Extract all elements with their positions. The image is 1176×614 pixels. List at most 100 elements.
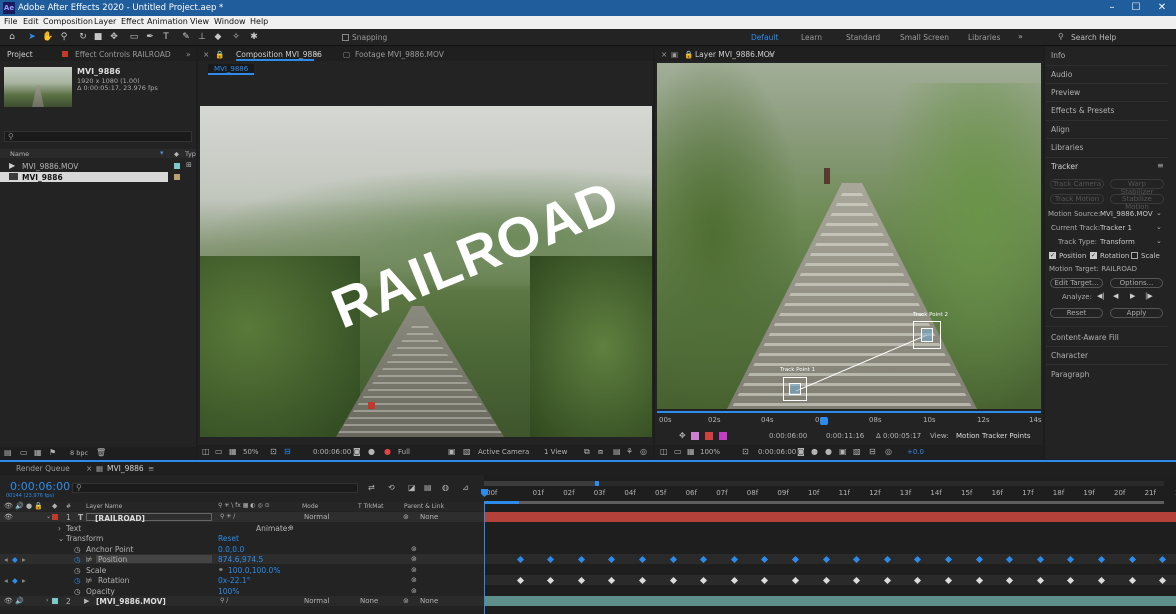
layer-switches-icon[interactable]: ⚲ /	[220, 597, 228, 604]
view-dropdown[interactable]: Motion Tracker Points	[956, 432, 1030, 440]
close-button[interactable]: ✕	[1150, 1, 1174, 15]
snapping-checkbox[interactable]	[342, 34, 349, 41]
stopwatch-icon[interactable]: ◷	[74, 545, 81, 554]
tab-composition[interactable]: Composition MVI_9886	[236, 50, 322, 59]
text-group-row[interactable]: › Text Animate: ⊕	[0, 523, 484, 533]
menu-file[interactable]: File	[4, 17, 17, 26]
exposure-value[interactable]: +0.0	[907, 448, 924, 456]
next-keyframe-icon[interactable]: ▸	[22, 555, 26, 564]
expand-chevron-icon[interactable]: ›	[46, 597, 48, 604]
current-time-display[interactable]: 0:00:06:00	[313, 448, 351, 456]
puppet-pin-tool-icon[interactable]: ✱	[248, 32, 260, 43]
panel-align[interactable]: Align	[1051, 125, 1070, 134]
sort-chevron-icon[interactable]: ▾	[160, 149, 164, 157]
tab-render-queue[interactable]: Render Queue	[16, 464, 70, 473]
region-icon[interactable]: ⊟	[869, 447, 876, 456]
lock-icon[interactable]: 🔒	[34, 502, 43, 510]
trash-icon[interactable]: 🗑	[96, 448, 106, 457]
tab-layer[interactable]: Layer MVI_9886.MOV	[695, 50, 775, 59]
panel-menu-icon[interactable]: ≡	[314, 50, 320, 59]
property-row[interactable]: ◷ Opacity 100% ⊚	[0, 586, 484, 596]
tab-effect-controls[interactable]: Effect Controls RAILROAD	[75, 50, 171, 59]
label-color-swatch[interactable]	[52, 598, 58, 604]
analyze-forward-icon[interactable]: ▶	[1130, 292, 1135, 300]
interpret-footage-icon[interactable]: ▤	[4, 448, 12, 457]
view-layout-dropdown[interactable]: 1 View	[544, 448, 567, 456]
snapshot-icon[interactable]: ◙	[353, 447, 361, 456]
alpha-icon[interactable]: ▧	[853, 447, 861, 456]
add-keyframe-icon[interactable]: ◆	[12, 555, 18, 564]
track-motion-button[interactable]: Track Motion	[1050, 194, 1104, 204]
property-row-position[interactable]: ◂ ◆ ▸ ◷ ⊭ Position 874.6,974.5 ⊚	[0, 554, 484, 564]
pickwhip-icon[interactable]: ⊚	[411, 576, 417, 584]
transform-reset-link[interactable]: Reset	[218, 534, 239, 543]
navigator-handle[interactable]	[595, 481, 599, 486]
search-help-input[interactable]: Search Help	[1071, 33, 1116, 42]
expand-chevron-icon[interactable]: ⌄	[58, 534, 64, 543]
prev-keyframe-icon[interactable]: ◂	[4, 576, 8, 585]
toggle-pixel-icon[interactable]: ⧉	[584, 447, 590, 457]
workspace-standard[interactable]: Standard	[846, 33, 880, 42]
close-icon[interactable]: ×	[86, 464, 92, 473]
project-search-input[interactable]: ⚲	[4, 131, 192, 142]
visibility-icon[interactable]: 👁	[4, 597, 13, 605]
magnify-icon[interactable]: ◫	[202, 447, 210, 456]
stabilize-motion-button[interactable]: Stabilize Motion	[1110, 194, 1164, 211]
display-icon[interactable]: ▭	[215, 447, 223, 456]
warp-stabilizer-button[interactable]: Warp Stabilizer	[1110, 179, 1164, 196]
home-icon[interactable]: ⌂	[6, 32, 18, 43]
stopwatch-icon[interactable]: ◷	[74, 587, 81, 596]
layer-name[interactable]: [RAILROAD]	[86, 513, 212, 523]
panel-overflow-icon[interactable]: »	[186, 50, 191, 59]
color-management-icon[interactable]: ●	[384, 447, 391, 456]
rotation-value[interactable]: 0x-22.1°	[218, 576, 250, 585]
panel-menu-icon[interactable]: ≡	[148, 464, 154, 473]
layer-row-railroad[interactable]: 👁 ⌄ 1 T [RAILROAD] ⚲ ✳ / Normal ⊚ None	[0, 512, 484, 523]
zoom-dropdown[interactable]: 50%	[243, 448, 259, 456]
more-workspaces-icon[interactable]: »	[1018, 32, 1023, 41]
rotation-checkbox[interactable]: ✓	[1090, 252, 1097, 259]
parent-dropdown[interactable]: None	[420, 513, 438, 521]
fast-preview-icon[interactable]: ⧈	[598, 447, 603, 457]
color-management-icon[interactable]: ●	[825, 447, 832, 456]
audio-icon[interactable]: 🔊	[15, 502, 24, 510]
track-type-dropdown[interactable]: Transform	[1100, 238, 1135, 246]
draft-3d-icon[interactable]: ⟲	[388, 483, 395, 492]
reset-button[interactable]: Reset	[1050, 308, 1103, 318]
pen-tool-icon[interactable]: ✒	[144, 32, 156, 43]
menu-help[interactable]: Help	[250, 17, 268, 26]
frame-blending-icon[interactable]: ▤	[424, 483, 432, 492]
panel-audio[interactable]: Audio	[1051, 70, 1072, 79]
position-checkbox[interactable]: ✓	[1049, 252, 1056, 259]
transform-group-row[interactable]: ⌄ Transform Reset	[0, 533, 484, 543]
animate-label[interactable]: Animate:	[256, 524, 290, 533]
panel-content-aware-fill[interactable]: Content-Aware Fill	[1051, 333, 1119, 342]
position-value[interactable]: 874.6,974.5	[218, 555, 263, 564]
column-name[interactable]: Name	[10, 150, 29, 158]
column-parent[interactable]: Parent & Link	[404, 503, 444, 510]
expand-chevron-icon[interactable]: ⌄	[46, 513, 51, 520]
timeline-graph[interactable]: 00f 01f 02f 03f 04f 05f 06f 07f 08f 09f 10f 11f 12f 1…	[481, 475, 1176, 614]
audio-icon[interactable]: 🔊	[15, 597, 24, 605]
zoom-icon[interactable]: ✥	[679, 431, 686, 440]
eraser-tool-icon[interactable]: ◆	[212, 32, 224, 43]
roto-brush-tool-icon[interactable]: ✧	[230, 32, 242, 43]
track-point-1-feature-region[interactable]	[789, 383, 801, 395]
workspace-small-screen[interactable]: Small Screen	[900, 33, 949, 42]
in-point-icon[interactable]	[691, 432, 699, 440]
chevron-down-icon[interactable]: ⌄	[1156, 223, 1162, 231]
hand-tool-icon[interactable]: ✋	[42, 32, 54, 43]
scale-value[interactable]: 100.0,100.0%	[228, 566, 280, 575]
visibility-icon[interactable]: 👁	[4, 513, 13, 521]
new-composition-icon[interactable]: ▦	[34, 448, 42, 457]
tab-footage[interactable]: Footage MVI_9886.MOV	[355, 50, 444, 59]
grid-icon[interactable]: ▦	[229, 447, 237, 456]
chevron-down-icon[interactable]: ⌄	[1156, 237, 1162, 245]
time-navigator[interactable]	[484, 481, 1164, 486]
minimize-button[interactable]: –	[1100, 1, 1124, 15]
timeline-search-input[interactable]: ⚲	[72, 483, 358, 493]
panel-tracker[interactable]: Tracker	[1051, 162, 1078, 171]
panel-info[interactable]: Info	[1051, 51, 1065, 60]
layer-name[interactable]: [MVI_9886.MOV]	[96, 597, 166, 606]
rotate-tool-icon[interactable]: ↻	[77, 32, 89, 43]
